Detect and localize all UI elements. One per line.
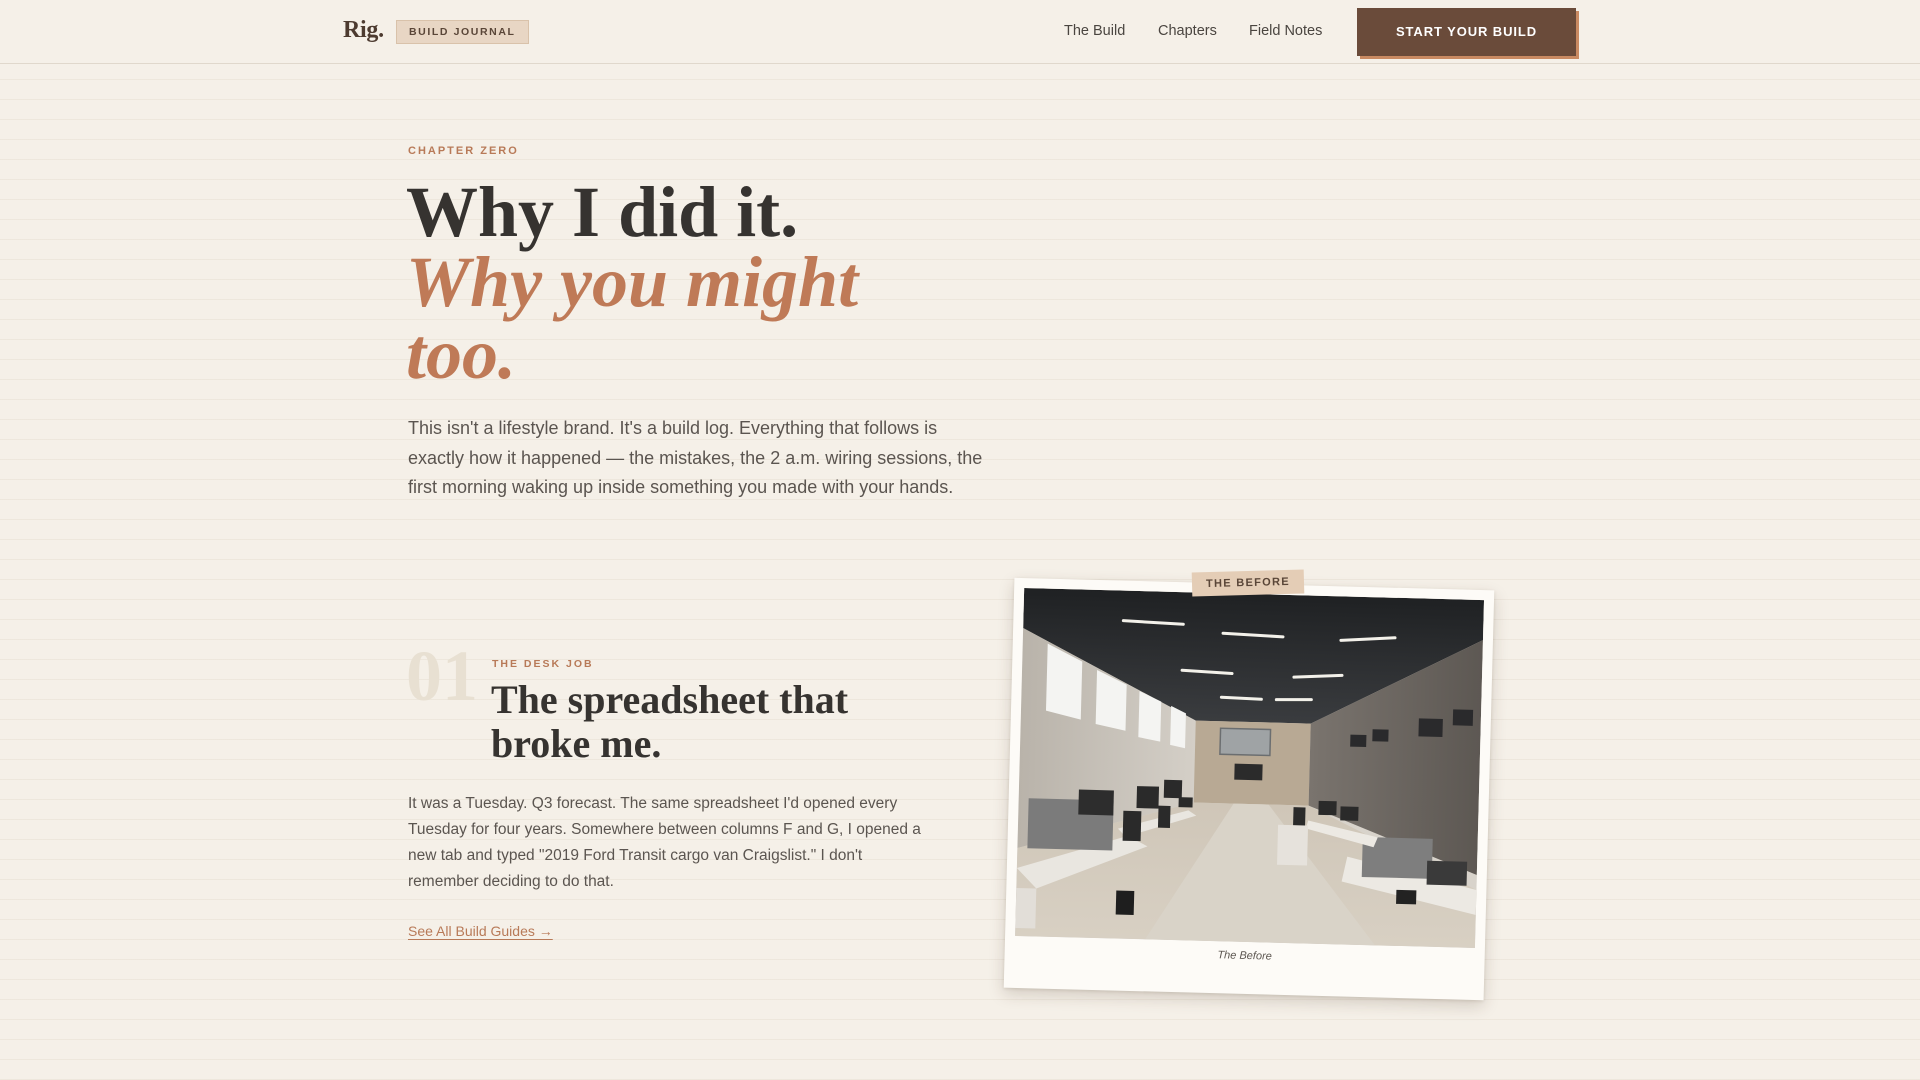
nav-link-the-build[interactable]: The Build	[1064, 23, 1125, 39]
site-logo[interactable]: Rig.	[343, 17, 384, 44]
section-number: 01	[406, 636, 478, 716]
hero-title-line-2: Why you might too.	[406, 242, 859, 394]
photo-caption: The Before	[1217, 949, 1272, 963]
see-all-build-guides-link[interactable]: See All Build Guides →	[408, 923, 553, 939]
start-your-build-button[interactable]: START YOUR BUILD	[1357, 8, 1576, 56]
hero-eyebrow: CHAPTER ZERO	[408, 145, 519, 157]
photo-tape-label: THE BEFORE	[1191, 569, 1305, 597]
hero-lede: This isn't a lifestyle brand. It's a bui…	[408, 418, 983, 497]
nav-link-chapters[interactable]: Chapters	[1158, 23, 1217, 39]
section-body: It was a Tuesday. Q3 forecast. The same …	[408, 795, 921, 890]
office-illustration	[1015, 588, 1485, 948]
nav-link-field-notes[interactable]: Field Notes	[1249, 23, 1322, 39]
office-photo	[1015, 588, 1485, 948]
section-eyebrow: THE DESK JOB	[492, 658, 594, 670]
hero-title-line-1: Why I did it.	[406, 172, 799, 252]
build-journal-badge: BUILD JOURNAL	[396, 20, 529, 44]
site-header: Rig. BUILD JOURNAL The Build Chapters Fi…	[0, 0, 1920, 64]
section-title: The spreadsheet that broke me.	[491, 677, 849, 766]
before-photo-card: The Before	[1003, 577, 1495, 1001]
